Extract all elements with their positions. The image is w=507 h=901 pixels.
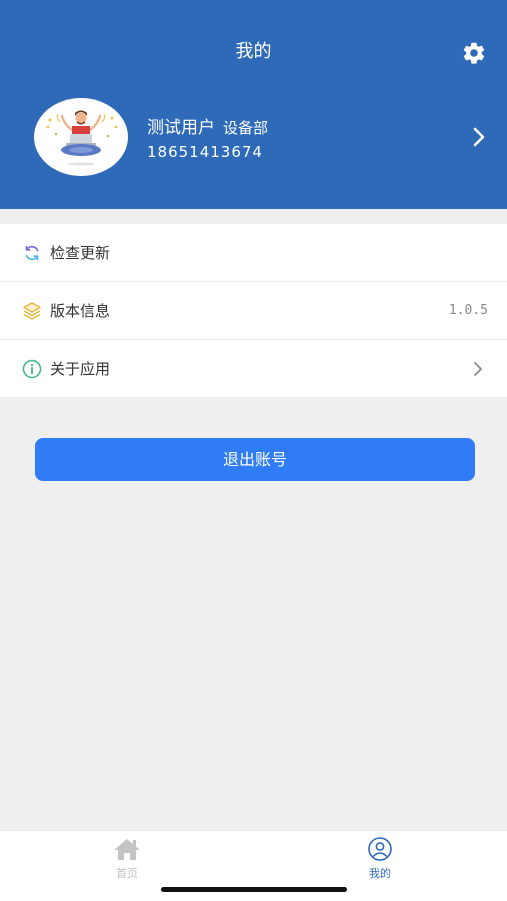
tab-mine[interactable]: 我的 bbox=[350, 837, 410, 885]
user-name: 测试用户 bbox=[147, 118, 215, 138]
avatar-illustration bbox=[46, 110, 118, 166]
tab-label: 我的 bbox=[369, 867, 391, 880]
profile-header: 我的 测试用户 设备部 18651413674 bbox=[0, 0, 507, 209]
version-value: 1.0.5 bbox=[448, 303, 488, 318]
user-icon bbox=[368, 837, 392, 861]
menu-item-label: 关于应用 bbox=[50, 360, 111, 378]
gear-icon[interactable] bbox=[461, 40, 487, 66]
info-icon bbox=[22, 359, 42, 379]
tab-label: 首页 bbox=[116, 867, 138, 880]
menu-item-label: 检查更新 bbox=[50, 244, 111, 262]
settings-menu: 检查更新 版本信息 1.0.5 关于应用 bbox=[0, 224, 507, 397]
chevron-right-icon bbox=[474, 362, 482, 376]
tab-home[interactable]: 首页 bbox=[97, 837, 157, 885]
user-department: 设备部 bbox=[223, 119, 269, 137]
menu-item-label: 版本信息 bbox=[50, 302, 111, 320]
logout-button[interactable]: 退出账号 bbox=[35, 438, 475, 481]
menu-item-version[interactable]: 版本信息 1.0.5 bbox=[0, 282, 507, 340]
page-title: 我的 bbox=[235, 41, 272, 62]
home-indicator bbox=[161, 887, 347, 892]
menu-item-about[interactable]: 关于应用 bbox=[0, 340, 507, 397]
chevron-right-icon[interactable] bbox=[470, 126, 488, 148]
layers-icon bbox=[23, 302, 41, 320]
menu-item-check-update[interactable]: 检查更新 bbox=[0, 224, 507, 282]
user-name-row: 测试用户 设备部 bbox=[147, 118, 268, 138]
avatar[interactable] bbox=[34, 98, 128, 176]
refresh-icon bbox=[25, 245, 39, 261]
home-icon bbox=[114, 839, 140, 860]
user-phone: 18651413674 bbox=[147, 143, 263, 161]
